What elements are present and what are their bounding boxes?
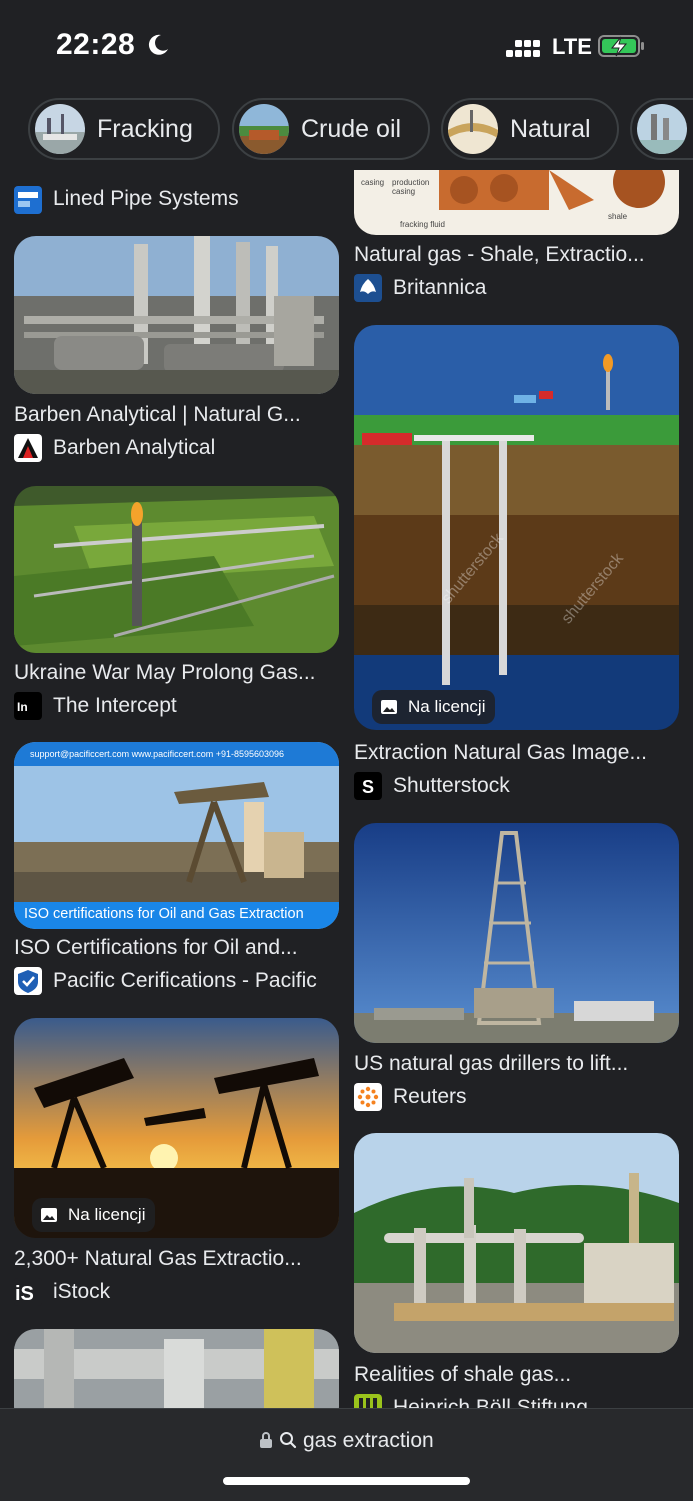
iso-image-banner-text: ISO certifications for Oil and Gas Extra… [24,906,304,922]
iso-image-header-text: support@pacificcert.com www.pacificcert.… [30,749,285,759]
result-image-barben[interactable] [14,236,339,394]
address-bar-url[interactable]: gas extraction [0,1429,693,1453]
result-title[interactable]: Extraction Natural Gas Image... [354,741,679,765]
result-image-iso[interactable] [14,742,339,929]
chip-crude-oil[interactable]: Crude oil [232,98,430,160]
result-source[interactable]: Lined Pipe Systems [53,187,333,211]
search-icon [280,1432,297,1449]
result-source[interactable]: Reuters [393,1085,673,1109]
svg-text:iS: iS [15,1283,34,1305]
license-badge-label: Na licencji [68,1205,146,1224]
result-source[interactable]: Barben Analytical [53,436,333,460]
result-image-shutterstock[interactable] [354,325,679,730]
diagram-label: shale [608,212,628,221]
istock-favicon-icon: iS [14,1278,42,1306]
battery-charging-icon [598,35,644,57]
result-image-intercept[interactable] [14,486,339,653]
chip-thumbnail [637,104,687,154]
license-badge: Na licencji [32,1198,156,1232]
result-image-boell[interactable] [354,1133,679,1353]
the-intercept-favicon-icon: In [14,692,42,720]
cellular-signal-icon [506,40,540,57]
result-title[interactable]: Natural gas - Shale, Extractio... [354,243,679,267]
chip-label: Crude oil [301,114,402,143]
result-source[interactable]: Shutterstock [393,774,673,798]
shutterstock-favicon-icon: S [354,772,382,800]
result-title[interactable]: 2,300+ Natural Gas Extractio... [14,1247,339,1271]
result-source[interactable]: The Intercept [53,694,333,718]
result-source[interactable]: iStock [53,1280,333,1304]
result-source[interactable]: Britannica [393,276,673,300]
image-icon [41,1208,57,1222]
diagram-label: casing [361,178,385,187]
search-query: gas extraction [302,1429,434,1452]
result-title[interactable]: US natural gas drillers to lift... [354,1052,679,1076]
chip-more[interactable] [630,98,693,160]
chip-natural[interactable]: Natural [441,98,619,160]
result-source[interactable]: Pacific Cerifications - Pacific [53,969,339,993]
status-time: 22:28 [56,28,136,61]
address-bar[interactable]: gas extraction [0,1408,693,1501]
pacific-cert-favicon-icon [14,967,42,995]
result-title[interactable]: ISO Certifications for Oil and... [14,936,339,960]
diagram-label: production casing [392,178,430,196]
chip-thumbnail [239,104,289,154]
chip-label: Natural [510,114,591,143]
result-image-reuters[interactable] [354,823,679,1043]
related-search-chips: Fracking Crude oil Natural [0,98,693,162]
do-not-disturb-moon-icon [148,34,168,55]
diagram-label: fracking fluid [400,220,445,229]
reuters-favicon-icon [354,1083,382,1111]
lined-pipe-favicon-icon [14,186,42,214]
chip-thumbnail [35,104,85,154]
svg-text:S: S [362,777,374,797]
license-badge: Na licencji [372,690,496,724]
status-bar: 22:28 LTE [0,0,693,90]
lock-icon [260,1432,273,1448]
network-type-label: LTE [552,34,592,59]
barben-favicon-icon [14,434,42,462]
result-title[interactable]: Ukraine War May Prolong Gas... [14,661,339,685]
license-badge-label: Na licencji [408,697,486,716]
result-title[interactable]: Realities of shale gas... [354,1363,679,1387]
britannica-favicon-icon [354,274,382,302]
home-indicator[interactable] [223,1477,470,1485]
chip-thumbnail [448,104,498,154]
image-icon [381,700,397,714]
svg-text:In: In [17,700,28,714]
chip-fracking[interactable]: Fracking [28,98,220,160]
result-title[interactable]: Barben Analytical | Natural G... [14,403,339,427]
chip-label: Fracking [97,114,193,143]
